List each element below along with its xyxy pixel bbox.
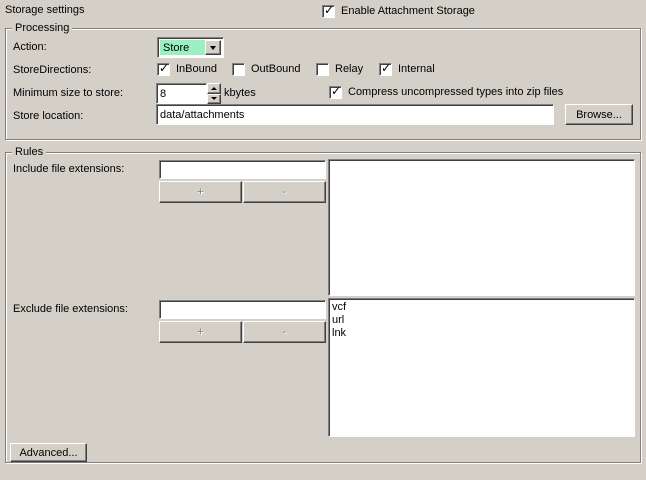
processing-group-label: Processing	[12, 22, 72, 34]
exclude-remove-button[interactable]: -	[243, 321, 326, 343]
checkbox-box-icon[interactable]	[379, 63, 392, 76]
list-item[interactable]: url	[329, 314, 634, 327]
direction-outbound-checkbox[interactable]: OutBound	[232, 62, 301, 76]
direction-outbound-label: OutBound	[251, 63, 301, 75]
action-select[interactable]: Store	[157, 37, 224, 58]
direction-relay-checkbox[interactable]: Relay	[316, 62, 363, 76]
direction-internal-label: Internal	[398, 63, 435, 75]
store-location-input[interactable]	[156, 104, 554, 125]
arrow-down-icon	[211, 97, 217, 100]
store-location-label: Store location:	[13, 110, 83, 122]
chevron-down-icon	[210, 46, 216, 50]
exclude-extensions-list[interactable]: vcfurllnk	[328, 298, 635, 437]
minimum-size-input[interactable]	[156, 83, 207, 104]
direction-inbound-label: InBound	[176, 63, 217, 75]
storage-settings-panel: Storage settings Enable Attachment Stora…	[0, 0, 646, 480]
browse-button[interactable]: Browse...	[565, 104, 633, 125]
checkbox-box-icon[interactable]	[316, 63, 329, 76]
action-selected-value: Store	[160, 40, 205, 55]
direction-relay-label: Relay	[335, 63, 363, 75]
exclude-extensions-label: Exclude file extensions:	[13, 303, 128, 315]
include-extensions-label: Include file extensions:	[13, 163, 124, 175]
store-directions-label: StoreDirections:	[13, 64, 91, 76]
include-extension-input[interactable]	[159, 160, 326, 179]
checkbox-box-icon[interactable]	[157, 63, 170, 76]
list-item[interactable]: vcf	[329, 299, 634, 314]
checkbox-box-icon[interactable]	[232, 63, 245, 76]
page-title: Storage settings	[5, 4, 85, 16]
enable-attachment-storage-label: Enable Attachment Storage	[341, 5, 475, 17]
spin-down-button[interactable]	[207, 94, 221, 105]
list-item[interactable]: lnk	[329, 327, 634, 340]
include-extensions-list[interactable]	[328, 159, 635, 296]
action-label: Action:	[13, 41, 47, 53]
include-add-button[interactable]: +	[159, 181, 242, 203]
minimum-size-stepper[interactable]	[207, 83, 221, 104]
advanced-button[interactable]: Advanced...	[10, 443, 87, 462]
minimum-size-label: Minimum size to store:	[13, 87, 123, 99]
include-remove-button[interactable]: -	[243, 181, 326, 203]
kbytes-unit-label: kbytes	[224, 87, 256, 99]
checkbox-box-icon[interactable]	[329, 86, 342, 99]
checkbox-box-icon[interactable]	[322, 5, 335, 18]
action-dropdown-button[interactable]	[205, 40, 221, 55]
compress-zip-checkbox[interactable]: Compress uncompressed types into zip fil…	[329, 85, 563, 99]
spin-up-button[interactable]	[207, 83, 221, 94]
direction-inbound-checkbox[interactable]: InBound	[157, 62, 217, 76]
compress-zip-label: Compress uncompressed types into zip fil…	[348, 86, 563, 98]
direction-internal-checkbox[interactable]: Internal	[379, 62, 435, 76]
rules-group-label: Rules	[12, 146, 46, 158]
enable-attachment-storage-checkbox[interactable]: Enable Attachment Storage	[322, 4, 475, 18]
exclude-extension-input[interactable]	[159, 300, 326, 319]
exclude-add-button[interactable]: +	[159, 321, 242, 343]
arrow-up-icon	[211, 87, 217, 90]
